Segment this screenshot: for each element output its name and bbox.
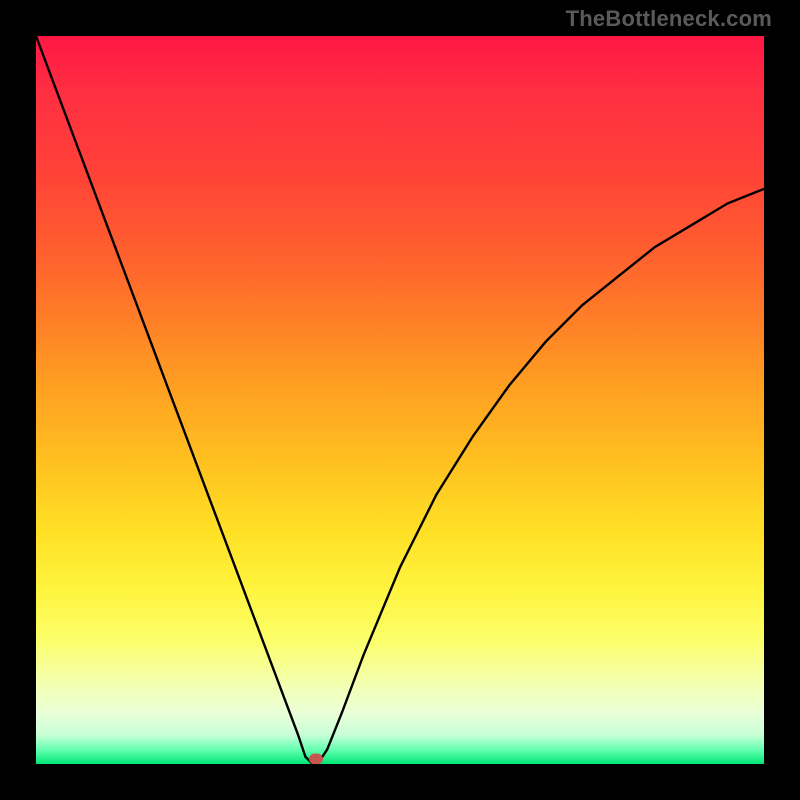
- plot-area: [36, 36, 764, 764]
- credit-watermark: TheBottleneck.com: [566, 6, 772, 32]
- chart-frame: TheBottleneck.com: [0, 0, 800, 800]
- curve-path: [36, 36, 764, 764]
- optimum-marker: [309, 754, 323, 765]
- bottleneck-curve: [36, 36, 764, 764]
